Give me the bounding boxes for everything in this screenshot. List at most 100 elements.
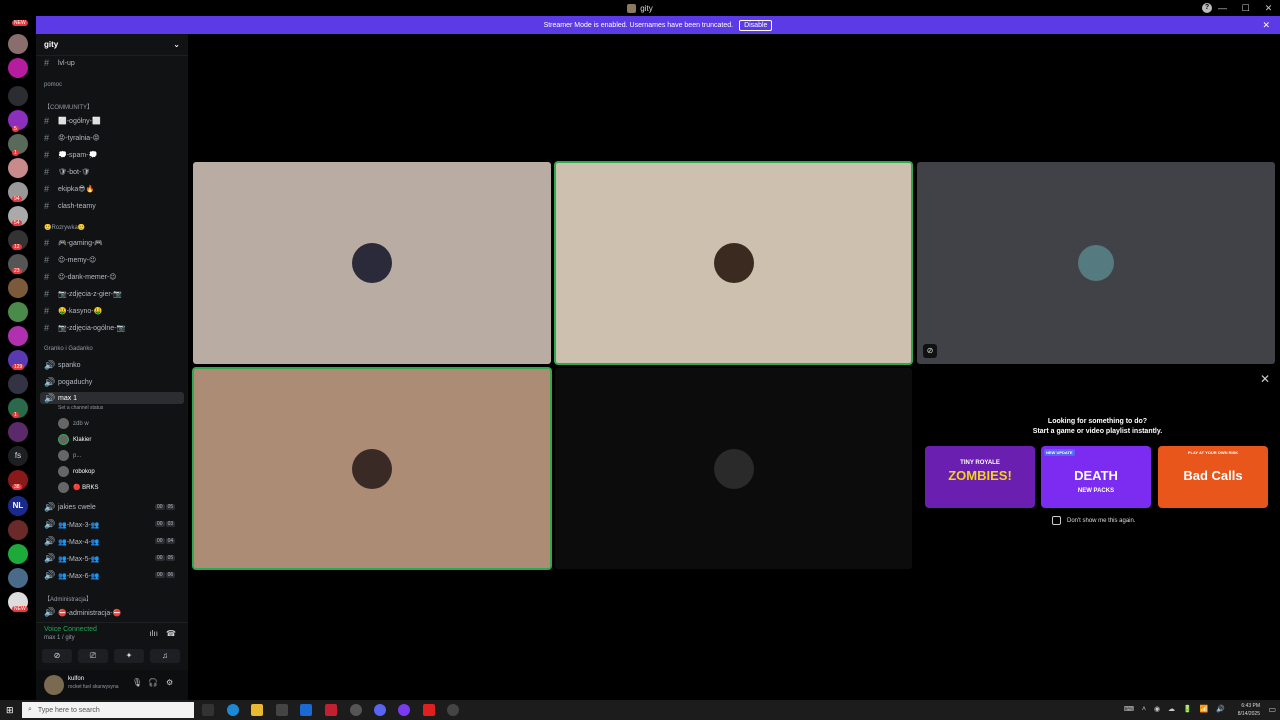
channel-item[interactable]: # 💭-spam-💭	[44, 150, 97, 160]
clock[interactable]: 6:43 PM 8/14/2025	[1238, 702, 1260, 718]
gear-icon[interactable]: ⚙	[166, 678, 173, 687]
discord-icon[interactable]	[374, 704, 386, 716]
channel-status[interactable]: Set a channel status	[58, 405, 103, 411]
microphone-icon[interactable]: 🎙	[132, 678, 142, 687]
game-card[interactable]: NEW UPDATE DEATH NEW PACKS	[1041, 446, 1151, 508]
screen-share-button[interactable]: ⎚	[78, 649, 108, 663]
server-icon[interactable]	[8, 568, 28, 588]
avatar[interactable]	[44, 675, 64, 695]
voice-channel-path[interactable]: max 1 / gity	[44, 635, 75, 641]
channel-item[interactable]: # 😡-tyralnia-😡	[44, 133, 100, 143]
voice-channel[interactable]: 🔊 👥-Max-4-👥	[44, 536, 100, 547]
video-tile[interactable]	[193, 162, 551, 364]
participant-avatar	[352, 243, 392, 283]
voice-channel[interactable]: 🔊 pogaduchy	[44, 377, 92, 388]
disable-streamer-button[interactable]: Disable	[739, 19, 773, 31]
voice-member[interactable]: zdb w	[58, 418, 89, 429]
task-view-icon[interactable]	[202, 704, 214, 716]
file-explorer-icon[interactable]	[251, 704, 263, 716]
steam-icon[interactable]	[350, 704, 362, 716]
channel-item[interactable]: # 😉-dank-memer-😉	[44, 272, 117, 282]
channel-item[interactable]: # 🤑-kasyno-🤑	[44, 306, 102, 316]
game-card[interactable]: PLAY AT YOUR OWN RISK Bad Calls	[1158, 446, 1268, 508]
settings-icon[interactable]	[447, 704, 459, 716]
server-icon[interactable]	[8, 422, 28, 442]
store-icon[interactable]	[276, 704, 288, 716]
video-tile[interactable]: ⊘	[917, 162, 1275, 364]
taskbar-search[interactable]: ⌕ Type here to search	[22, 702, 194, 718]
hash-icon: #	[44, 272, 50, 282]
system-tray[interactable]: ⌨ ˄ ◉ ☁ 🔋 📶 🔊	[1124, 705, 1228, 713]
channel-item[interactable]: # 📷-zdjęcia-z-gier-📷	[44, 289, 122, 299]
speaker-icon: 🔊	[44, 607, 56, 617]
voice-member[interactable]: robokop	[58, 466, 95, 477]
server-icon[interactable]: NL	[8, 496, 28, 516]
activity-button[interactable]: ✦	[114, 649, 144, 663]
server-icon[interactable]	[8, 58, 28, 78]
voice-channel[interactable]: 🔊 👥-Max-5-👥	[44, 553, 100, 564]
category-granko[interactable]: Granko i Gadanko	[44, 346, 93, 352]
search-icon: ⌕	[28, 706, 32, 713]
channel-item[interactable]: # ⬜-ogólny-⬜	[44, 116, 101, 126]
video-tile-speaking[interactable]	[192, 367, 552, 570]
voice-channel[interactable]: 🔊 spanko	[44, 360, 81, 371]
checkbox[interactable]	[1052, 516, 1061, 525]
server-icon[interactable]	[8, 158, 28, 178]
voice-channel-active[interactable]: 🔊 max 1	[40, 392, 184, 404]
server-icon[interactable]	[8, 278, 28, 298]
server-icon[interactable]	[8, 544, 28, 564]
channel-item[interactable]: # 📷-zdjęcia-ogólne-📷	[44, 323, 125, 333]
channel-item[interactable]: # 🛡-bot-🛡	[44, 167, 90, 177]
guild-badge: 94	[12, 196, 22, 202]
app-icon[interactable]	[325, 704, 337, 716]
headphones-icon[interactable]: 🎧	[148, 678, 158, 687]
server-icon[interactable]	[8, 86, 28, 106]
server-icon[interactable]	[8, 374, 28, 394]
voice-member[interactable]: p...	[58, 450, 81, 461]
game-card[interactable]: TINY ROYALE ZOMBIES!	[925, 446, 1035, 508]
server-icon[interactable]	[8, 34, 28, 54]
category-pomoc[interactable]: pomoc	[44, 82, 62, 88]
noise-suppression-icon[interactable]: ılıı	[150, 629, 158, 638]
server-icon[interactable]	[8, 302, 28, 322]
category-administracja[interactable]: 【Administracja】	[44, 594, 92, 603]
close-icon[interactable]: ✕	[1260, 372, 1270, 386]
notifications-icon[interactable]: ▭	[1268, 705, 1276, 714]
voice-channel[interactable]: 🔊 jakies cwele	[44, 502, 96, 513]
participant-avatar	[352, 448, 392, 489]
maximize-button[interactable]: ☐	[1234, 0, 1257, 16]
speaker-icon: 🔊	[44, 519, 56, 529]
category-rozrywka[interactable]: 🙂Rozrywka🙂	[44, 224, 85, 231]
video-tile[interactable]	[555, 368, 912, 569]
voice-channel[interactable]: 🔊 👥-Max-3-👥	[44, 519, 100, 530]
server-icon[interactable]	[8, 326, 28, 346]
server-icon[interactable]	[8, 520, 28, 540]
hash-icon: #	[44, 323, 50, 333]
app-icon[interactable]	[423, 704, 435, 716]
category-community[interactable]: 【COMMUNITY】	[44, 102, 93, 111]
close-banner-icon[interactable]: ✕	[1262, 20, 1270, 31]
close-button[interactable]: ✕	[1257, 0, 1280, 16]
video-tile-speaking[interactable]	[554, 161, 913, 365]
camera-off-button[interactable]: ⊘	[42, 649, 72, 663]
app-icon[interactable]	[398, 704, 410, 716]
channel-item[interactable]: # ekipka😎🔥	[44, 184, 94, 194]
channel-item[interactable]: # lvl-up	[44, 58, 75, 68]
voice-member[interactable]: 🔴 BRKS	[58, 482, 98, 493]
windows-start-icon[interactable]: ⊞	[6, 705, 14, 716]
voice-member[interactable]: Klakier	[58, 434, 91, 445]
disconnect-icon[interactable]: ☎	[166, 629, 176, 638]
edge-icon[interactable]	[227, 704, 239, 716]
dont-show-checkbox[interactable]: Don't show me this again.	[1052, 516, 1136, 525]
voice-channel[interactable]: 🔊 👥-Max-6-👥	[44, 570, 100, 581]
channel-item[interactable]: # 😉-memy-😉	[44, 255, 96, 265]
voice-channel[interactable]: 🔊 ⛔-administracja-⛔	[44, 607, 121, 618]
server-list: NEW 5 1 94 54 12 23 129 1 fs 38 NL NEW	[0, 16, 36, 700]
mail-icon[interactable]	[300, 704, 312, 716]
channel-item[interactable]: # clash-teamy	[44, 201, 96, 211]
minimize-button[interactable]: —	[1211, 0, 1234, 16]
server-header[interactable]: gity ⌄	[36, 34, 188, 56]
soundboard-button[interactable]: ♫	[150, 649, 180, 663]
server-icon[interactable]: fs	[8, 446, 28, 466]
channel-item[interactable]: # 🎮-gaming-🎮	[44, 238, 103, 248]
